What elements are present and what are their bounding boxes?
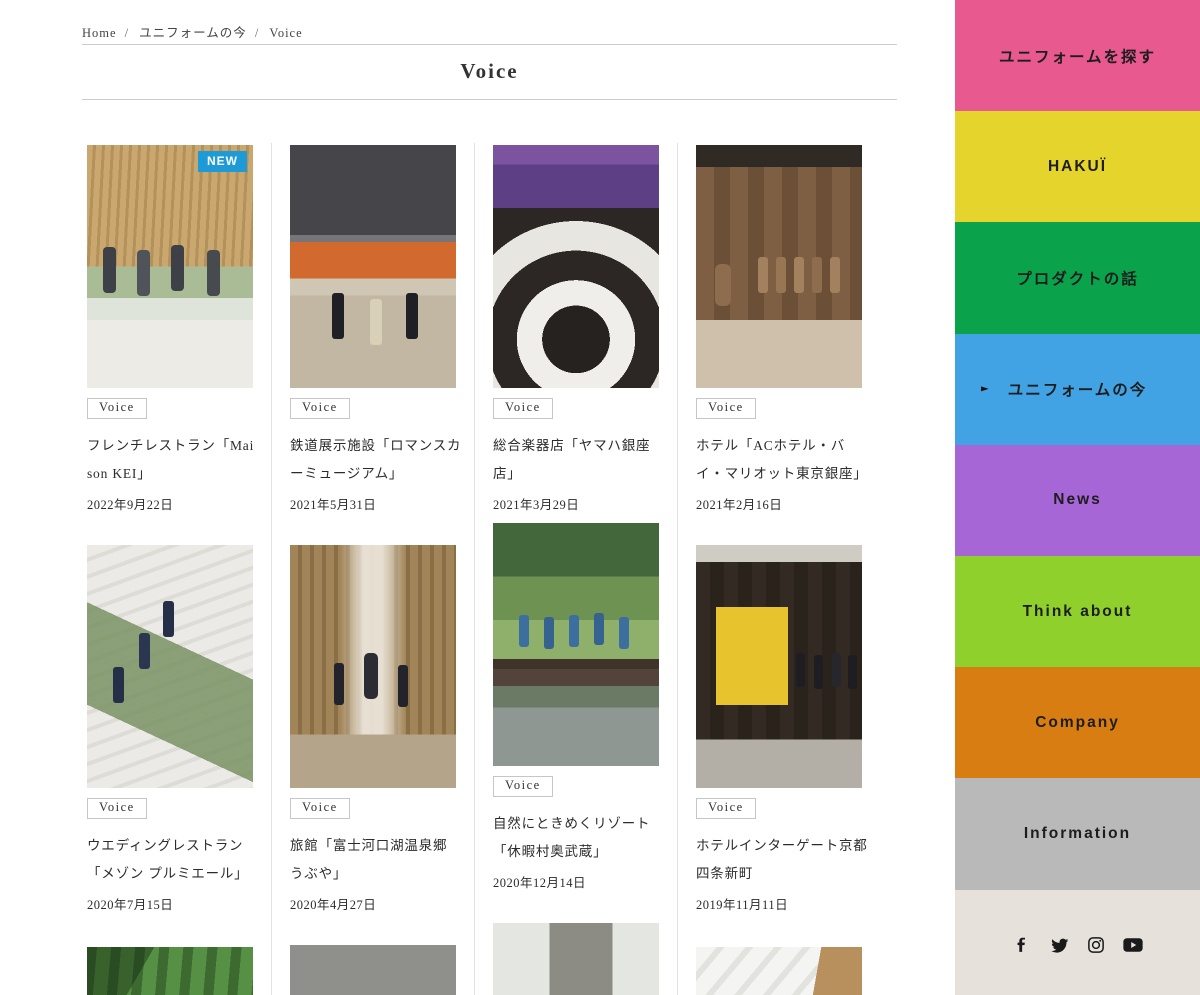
- voice-card-maison-premiere[interactable]: Voice ウエディングレストラン「メゾン プルミエール」 2020年7月15日: [87, 545, 259, 913]
- card-image-music-store: [493, 145, 659, 388]
- card-date: 2019年11月11日: [696, 894, 868, 913]
- sidebar-item-find-uniform[interactable]: ユニフォームを探す: [955, 0, 1200, 111]
- category-tag: Voice: [696, 798, 756, 819]
- category-tag: Voice: [493, 776, 553, 797]
- voice-card-partial[interactable]: [87, 947, 259, 995]
- sidebar-item-uniform-now-active[interactable]: ► ユニフォームの今: [955, 334, 1200, 445]
- card-date: 2021年5月31日: [290, 494, 462, 513]
- facebook-icon[interactable]: [1012, 935, 1032, 955]
- card-date: 2020年4月27日: [290, 894, 462, 913]
- sidebar-item-label: HAKUÏ: [1048, 158, 1107, 176]
- card-image-train-museum: [290, 145, 456, 388]
- voice-card-ac-hotel-ginza[interactable]: Voice ホテル「ACホテル・バイ・マリオット東京銀座」 2021年2月16日: [696, 145, 868, 513]
- breadcrumb-home[interactable]: Home: [82, 26, 117, 40]
- card-image-forest-bridge: [493, 523, 659, 766]
- voice-card-ubuya-ryokan[interactable]: Voice 旅館「富士河口湖温泉郷 うぶや」 2020年4月27日: [290, 545, 462, 913]
- breadcrumb-separator: /: [125, 26, 129, 40]
- voice-card-intergate-kyoto[interactable]: Voice ホテルインターゲート京都 四条新町 2019年11月11日: [696, 545, 868, 913]
- sidebar-item-label: プロダクトの話: [1016, 267, 1139, 289]
- category-tag: Voice: [290, 798, 350, 819]
- card-title: フレンチレストラン「Maison KEI」: [87, 432, 259, 487]
- voice-card-maison-kei[interactable]: NEW Voice フレンチレストラン「Maison KEI」 2022年9月2…: [87, 145, 259, 513]
- active-arrow-icon: ►: [981, 384, 989, 395]
- youtube-icon[interactable]: [1123, 935, 1143, 955]
- card-image-kyoto-machiya: [696, 545, 862, 788]
- sidebar-item-company[interactable]: Company: [955, 667, 1200, 778]
- card-image-restaurant-terrace: NEW: [87, 145, 253, 388]
- social-links: [955, 890, 1200, 995]
- voice-card-partial[interactable]: [290, 945, 462, 995]
- card-title: 総合楽器店「ヤマハ銀座店」: [493, 432, 665, 487]
- divider-line: [82, 44, 897, 45]
- divider-line: [82, 99, 897, 100]
- sidebar-item-information[interactable]: Information: [955, 778, 1200, 889]
- card-date: 2020年7月15日: [87, 894, 259, 913]
- category-tag: Voice: [696, 398, 756, 419]
- sidebar-item-label: ユニフォームを探す: [999, 45, 1156, 67]
- breadcrumb-uniform-now[interactable]: ユニフォームの今: [139, 26, 247, 40]
- voice-card-yamaha-ginza[interactable]: Voice 総合楽器店「ヤマハ銀座店」 2021年3月29日: [493, 145, 665, 513]
- twitter-icon[interactable]: [1049, 935, 1069, 955]
- voice-card-romancecar-museum[interactable]: Voice 鉄道展示施設「ロマンスカーミュージアム」 2021年5月31日: [290, 145, 462, 513]
- card-image-ryokan-corridor: [290, 545, 456, 788]
- sidebar-item-label: News: [1053, 491, 1102, 509]
- card-date: 2021年2月16日: [696, 494, 868, 513]
- breadcrumb-separator: /: [255, 26, 259, 40]
- sidebar-item-label: Information: [1024, 825, 1131, 843]
- category-tag: Voice: [87, 398, 147, 419]
- sidebar-item-label: ユニフォームの今: [1008, 378, 1148, 400]
- sidebar-item-label: Company: [1035, 714, 1120, 732]
- voice-card-partial[interactable]: [696, 947, 868, 995]
- card-date: 2021年3月29日: [493, 494, 665, 513]
- breadcrumb: Home / ユニフォームの今 / Voice: [82, 22, 309, 41]
- card-title: 旅館「富士河口湖温泉郷 うぶや」: [290, 832, 462, 887]
- card-title: ウエディングレストラン「メゾン プルミエール」: [87, 832, 259, 887]
- category-tag: Voice: [493, 398, 553, 419]
- sidebar-item-label: Think about: [1023, 603, 1133, 621]
- breadcrumb-current: Voice: [269, 26, 302, 40]
- page-title: Voice: [82, 59, 897, 84]
- card-image-forest: [87, 947, 253, 995]
- column-divider: [474, 143, 475, 995]
- sidebar-nav: ユニフォームを探す HAKUÏ プロダクトの話 ► ユニフォームの今 News …: [955, 0, 1200, 995]
- card-image-temple-roof: [290, 945, 456, 995]
- new-badge: NEW: [198, 151, 247, 172]
- card-date: 2022年9月22日: [87, 494, 259, 513]
- column-divider: [271, 143, 272, 995]
- column-divider: [677, 143, 678, 995]
- card-image-tree-trunk: [493, 923, 659, 995]
- sidebar-item-news[interactable]: News: [955, 445, 1200, 556]
- sidebar-item-product-story[interactable]: プロダクトの話: [955, 222, 1200, 333]
- card-title: 自然にときめくリゾート「休暇村奥武蔵」: [493, 810, 665, 865]
- card-title: 鉄道展示施設「ロマンスカーミュージアム」: [290, 432, 462, 487]
- voice-listing-page: Home / ユニフォームの今 / Voice Voice NEW Voice フレ…: [0, 0, 1200, 995]
- card-title: ホテル「ACホテル・バイ・マリオット東京銀座」: [696, 432, 868, 487]
- instagram-icon[interactable]: [1086, 935, 1106, 955]
- card-image-wedding-staircase: [87, 545, 253, 788]
- card-image-white-pergola: [696, 947, 862, 995]
- sidebar-item-think-about[interactable]: Think about: [955, 556, 1200, 667]
- category-tag: Voice: [87, 798, 147, 819]
- sidebar-item-hakui[interactable]: HAKUÏ: [955, 111, 1200, 222]
- card-date: 2020年12月14日: [493, 872, 665, 891]
- card-image-hotel-lobby: [696, 145, 862, 388]
- category-tag: Voice: [290, 398, 350, 419]
- voice-card-kyukamura-okumusashi[interactable]: Voice 自然にときめくリゾート「休暇村奥武蔵」 2020年12月14日: [493, 523, 665, 891]
- voice-card-partial[interactable]: [493, 923, 665, 995]
- card-title: ホテルインターゲート京都 四条新町: [696, 832, 868, 887]
